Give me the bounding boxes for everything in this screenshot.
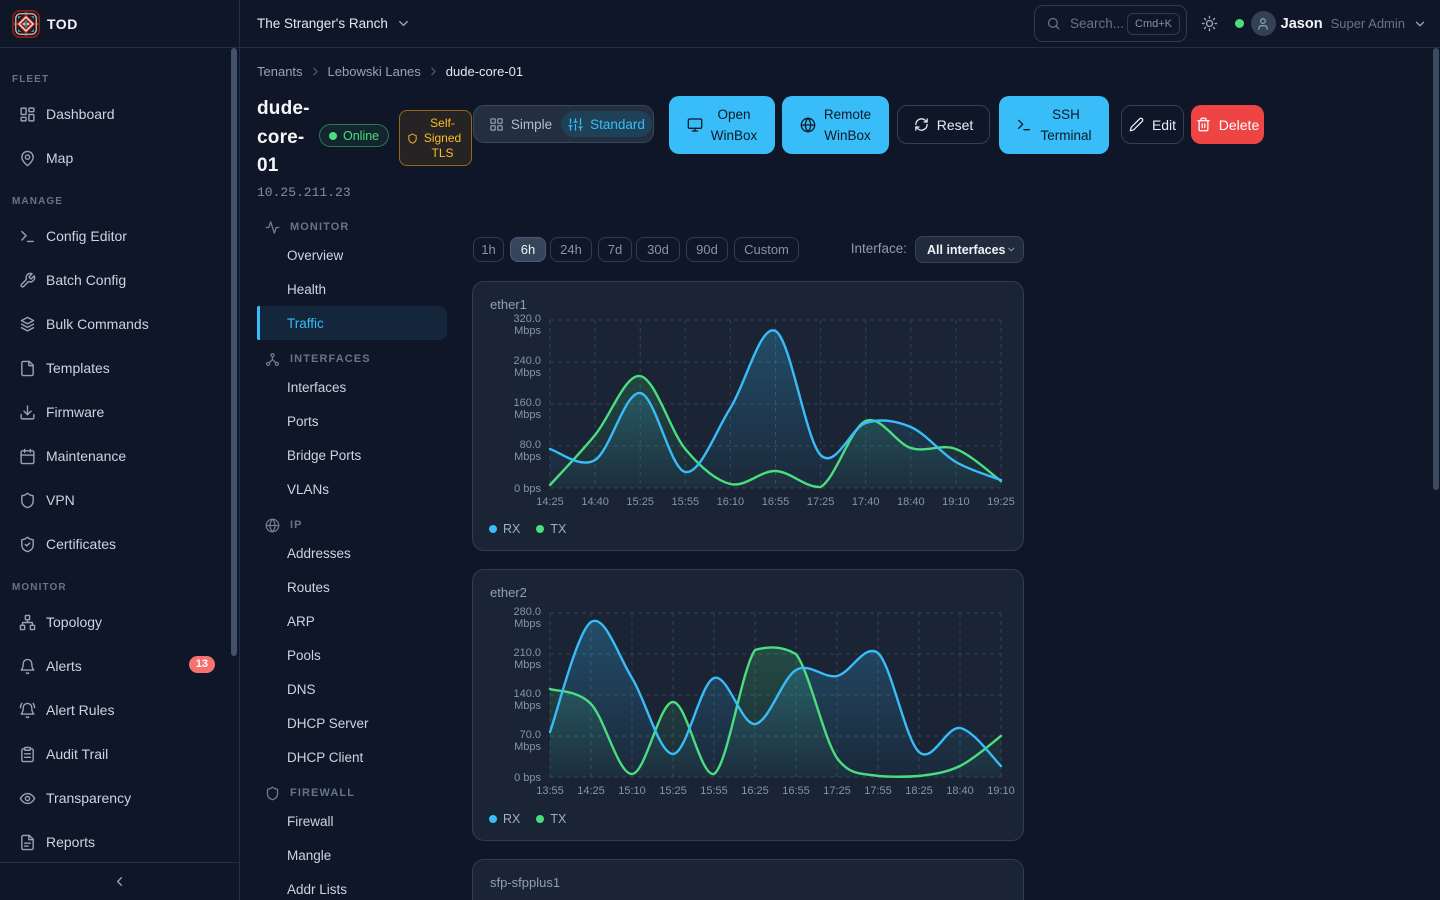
- svg-text:Mbps: Mbps: [514, 367, 541, 379]
- svg-text:16:25: 16:25: [741, 785, 769, 797]
- svg-text:14:25: 14:25: [577, 785, 605, 797]
- svg-text:14:40: 14:40: [581, 496, 609, 508]
- svg-text:0 bps: 0 bps: [514, 772, 541, 784]
- svg-text:18:25: 18:25: [905, 785, 933, 797]
- svg-text:210.0: 210.0: [513, 647, 541, 659]
- svg-text:19:25: 19:25: [987, 496, 1015, 508]
- svg-text:13:55: 13:55: [536, 785, 564, 797]
- svg-text:160.0: 160.0: [513, 397, 541, 409]
- svg-text:280.0: 280.0: [513, 606, 541, 618]
- svg-text:16:55: 16:55: [762, 496, 790, 508]
- svg-text:Mbps: Mbps: [514, 451, 541, 463]
- svg-text:70.0: 70.0: [520, 729, 541, 741]
- svg-text:Mbps: Mbps: [514, 700, 541, 712]
- svg-text:17:25: 17:25: [807, 496, 835, 508]
- svg-text:15:25: 15:25: [626, 496, 654, 508]
- svg-text:17:55: 17:55: [864, 785, 892, 797]
- svg-text:17:25: 17:25: [823, 785, 851, 797]
- svg-text:140.0: 140.0: [513, 688, 541, 700]
- svg-text:0 bps: 0 bps: [514, 483, 541, 495]
- svg-text:Mbps: Mbps: [514, 325, 541, 337]
- svg-text:Mbps: Mbps: [514, 618, 541, 630]
- svg-text:19:10: 19:10: [942, 496, 970, 508]
- svg-text:240.0: 240.0: [513, 355, 541, 367]
- svg-text:18:40: 18:40: [946, 785, 974, 797]
- svg-text:Mbps: Mbps: [514, 741, 541, 753]
- svg-text:15:55: 15:55: [700, 785, 728, 797]
- svg-text:320.0: 320.0: [513, 313, 541, 325]
- svg-text:15:25: 15:25: [659, 785, 687, 797]
- svg-text:Mbps: Mbps: [514, 409, 541, 421]
- svg-text:14:25: 14:25: [536, 496, 564, 508]
- svg-text:17:40: 17:40: [852, 496, 880, 508]
- svg-text:19:10: 19:10: [987, 785, 1015, 797]
- svg-text:15:55: 15:55: [672, 496, 700, 508]
- svg-text:80.0: 80.0: [520, 439, 541, 451]
- svg-text:16:55: 16:55: [782, 785, 810, 797]
- svg-text:Mbps: Mbps: [514, 659, 541, 671]
- svg-text:16:10: 16:10: [717, 496, 745, 508]
- svg-text:15:10: 15:10: [618, 785, 646, 797]
- svg-text:18:40: 18:40: [897, 496, 925, 508]
